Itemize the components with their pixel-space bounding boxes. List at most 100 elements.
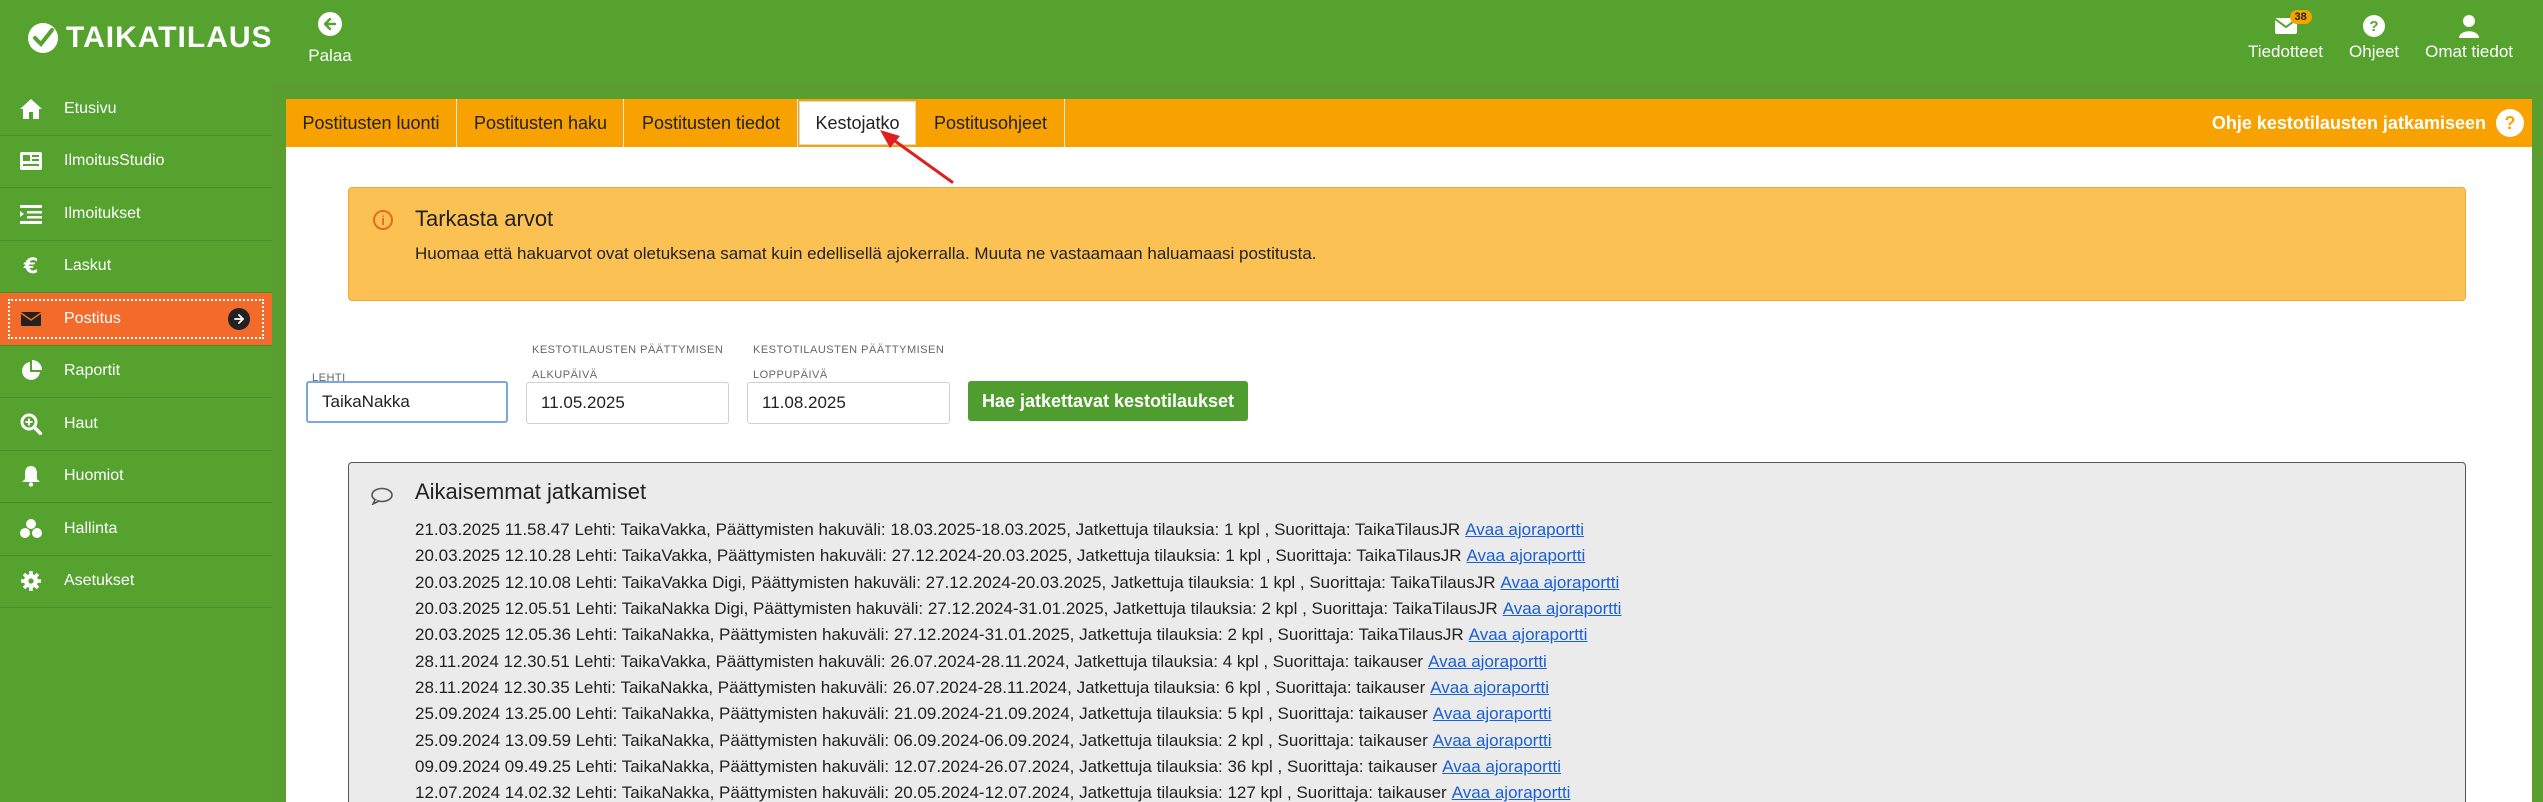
sidebar-item-asetukset[interactable]: Asetukset bbox=[0, 556, 272, 608]
comment-icon bbox=[371, 487, 393, 505]
history-row-text: 09.09.2024 09.49.25 Lehti: TaikaNakka, P… bbox=[415, 756, 1438, 776]
logo[interactable]: TAIKATILAUS bbox=[26, 20, 273, 56]
history-row: 09.09.2024 09.49.25 Lehti: TaikaNakka, P… bbox=[415, 754, 1621, 780]
open-report-link[interactable]: Avaa ajoraportti bbox=[1503, 599, 1622, 619]
open-report-link[interactable]: Avaa ajoraportti bbox=[1469, 625, 1588, 645]
sidebar: Etusivu IlmoitusStudio Ilmoitukset € Las… bbox=[0, 83, 272, 802]
start-date-label: ALKUPÄIVÄ bbox=[532, 369, 598, 381]
open-report-link[interactable]: Avaa ajoraportti bbox=[1433, 704, 1552, 724]
svg-text:?: ? bbox=[2369, 18, 2378, 35]
history-row: 20.03.2025 12.05.36 Lehti: TaikaNakka, P… bbox=[415, 622, 1621, 648]
sidebar-item-haut[interactable]: Haut bbox=[0, 398, 272, 451]
main-panel: Postitusten luonti Postitusten haku Post… bbox=[286, 99, 2532, 802]
history-row-text: 20.03.2025 12.10.08 Lehti: TaikaVakka Di… bbox=[415, 572, 1496, 592]
annotation-arrow-icon bbox=[880, 130, 954, 184]
bell-icon bbox=[18, 463, 44, 489]
back-label: Palaa bbox=[308, 46, 352, 65]
sidebar-item-huomiot[interactable]: Huomiot bbox=[0, 451, 272, 503]
profile-label: Omat tiedot bbox=[2425, 42, 2513, 61]
start-group-label: KESTOTILAUSTEN PÄÄTTYMISEN bbox=[532, 344, 724, 356]
home-icon bbox=[18, 96, 44, 122]
end-date-field[interactable]: 11.08.2025 bbox=[747, 382, 950, 424]
help-button[interactable]: ? Ohjeet bbox=[2349, 10, 2399, 62]
history-row-text: 20.03.2025 12.05.36 Lehti: TaikaNakka, P… bbox=[415, 625, 1464, 645]
sidebar-item-ilmoitusstudio[interactable]: IlmoitusStudio bbox=[0, 136, 272, 188]
arrow-left-icon bbox=[318, 12, 342, 36]
logo-mark-icon bbox=[28, 23, 58, 53]
sidebar-item-label: Raportit bbox=[64, 362, 121, 380]
history-row: 20.03.2025 12.10.28 Lehti: TaikaVakka, P… bbox=[415, 543, 1621, 569]
end-date-label: LOPPUPÄIVÄ bbox=[753, 369, 828, 381]
logo-text: TAIKATILAUS bbox=[66, 21, 273, 54]
list-icon bbox=[18, 201, 44, 227]
history-row: 25.09.2024 13.25.00 Lehti: TaikaNakka, P… bbox=[415, 701, 1621, 727]
svg-text:€: € bbox=[23, 255, 39, 277]
end-group-label: KESTOTILAUSTEN PÄÄTTYMISEN bbox=[753, 344, 945, 356]
back-button[interactable]: Palaa bbox=[304, 12, 356, 66]
history-row: 25.09.2024 13.09.59 Lehti: TaikaNakka, P… bbox=[415, 727, 1621, 753]
sidebar-item-label: Haut bbox=[64, 414, 98, 432]
history-row-text: 20.03.2025 12.10.28 Lehti: TaikaVakka, P… bbox=[415, 546, 1462, 566]
check-values-alert: i Tarkasta arvot Huomaa että hakuarvot o… bbox=[348, 187, 2466, 301]
sidebar-item-label: IlmoitusStudio bbox=[64, 152, 165, 170]
top-right-nav: 38 Tiedotteet ? Ohjeet Omat tiedot bbox=[2248, 10, 2513, 62]
history-row-text: 25.09.2024 13.25.00 Lehti: TaikaNakka, P… bbox=[415, 704, 1428, 724]
history-row-text: 28.11.2024 12.30.35 Lehti: TaikaNakka, P… bbox=[415, 677, 1426, 697]
history-row: 21.03.2025 11.58.47 Lehti: TaikaVakka, P… bbox=[415, 517, 1621, 543]
open-report-link[interactable]: Avaa ajoraportti bbox=[1466, 546, 1585, 566]
open-report-link[interactable]: Avaa ajoraportti bbox=[1452, 783, 1571, 802]
history-row: 28.11.2024 12.30.35 Lehti: TaikaNakka, P… bbox=[415, 675, 1621, 701]
tab-bar: Postitusten luonti Postitusten haku Post… bbox=[286, 99, 2532, 147]
sidebar-item-hallinta[interactable]: Hallinta bbox=[0, 503, 272, 556]
help-icon: ? bbox=[2363, 15, 2386, 37]
history-row-text: 20.03.2025 12.05.51 Lehti: TaikaNakka Di… bbox=[415, 599, 1498, 619]
history-list: 21.03.2025 11.58.47 Lehti: TaikaVakka, P… bbox=[415, 517, 1621, 802]
app-root: TAIKATILAUS Palaa 38 Tiedotteet ? Ohjeet bbox=[0, 0, 2543, 802]
renewal-help-link[interactable]: Ohje kestotilausten jatkamiseen ? bbox=[2212, 107, 2524, 139]
envelope-icon bbox=[18, 306, 44, 332]
sidebar-item-label: Postitus bbox=[64, 309, 121, 327]
sidebar-item-postitus[interactable]: Postitus bbox=[0, 293, 272, 346]
open-report-link[interactable]: Avaa ajoraportti bbox=[1428, 652, 1547, 672]
sidebar-item-ilmoitukset[interactable]: Ilmoitukset bbox=[0, 188, 272, 241]
open-report-link[interactable]: Avaa ajoraportti bbox=[1500, 573, 1619, 593]
sidebar-item-etusivu[interactable]: Etusivu bbox=[0, 83, 272, 136]
sidebar-item-label: Ilmoitukset bbox=[64, 204, 141, 222]
question-icon: ? bbox=[2496, 109, 2524, 137]
history-row-text: 12.07.2024 14.02.32 Lehti: TaikaNakka, P… bbox=[415, 783, 1447, 802]
top-bar: TAIKATILAUS Palaa 38 Tiedotteet ? Ohjeet bbox=[0, 0, 2543, 83]
gear-icon bbox=[18, 568, 44, 594]
open-report-link[interactable]: Avaa ajoraportti bbox=[1430, 678, 1549, 698]
start-date-field[interactable]: 11.05.2025 bbox=[526, 382, 729, 424]
newspaper-icon bbox=[18, 148, 44, 174]
sidebar-item-label: Laskut bbox=[64, 257, 112, 275]
open-report-link[interactable]: Avaa ajoraportti bbox=[1442, 757, 1561, 777]
arrow-right-icon bbox=[228, 307, 250, 330]
history-row: 28.11.2024 12.30.51 Lehti: TaikaVakka, P… bbox=[415, 648, 1621, 674]
search-plus-icon bbox=[18, 411, 44, 437]
history-row: 20.03.2025 12.10.08 Lehti: TaikaVakka Di… bbox=[415, 570, 1621, 596]
sidebar-item-raportit[interactable]: Raportit bbox=[0, 346, 272, 398]
open-report-link[interactable]: Avaa ajoraportti bbox=[1433, 731, 1552, 751]
sidebar-item-label: Etusivu bbox=[64, 99, 117, 117]
pie-chart-icon bbox=[18, 358, 44, 384]
history-row-text: 21.03.2025 11.58.47 Lehti: TaikaVakka, P… bbox=[415, 520, 1461, 540]
profile-button[interactable]: Omat tiedot bbox=[2425, 10, 2513, 62]
tab-postitusten-tiedot[interactable]: Postitusten tiedot bbox=[625, 99, 798, 147]
alert-body: Huomaa että hakuarvot ovat oletuksena sa… bbox=[415, 244, 1317, 263]
history-row: 20.03.2025 12.05.51 Lehti: TaikaNakka Di… bbox=[415, 596, 1621, 622]
sidebar-item-label: Huomiot bbox=[64, 467, 124, 485]
lehti-field[interactable]: TaikaNakka bbox=[306, 381, 508, 423]
open-report-link[interactable]: Avaa ajoraportti bbox=[1465, 520, 1584, 540]
search-renewable-button[interactable]: Hae jatkettavat kestotilaukset bbox=[968, 381, 1248, 421]
sidebar-item-label: Hallinta bbox=[64, 519, 118, 537]
previous-renewals-panel: Aikaisemmat jatkamiset 21.03.2025 11.58.… bbox=[348, 462, 2466, 802]
notices-button[interactable]: 38 Tiedotteet bbox=[2248, 10, 2323, 62]
sidebar-item-label: Asetukset bbox=[64, 572, 135, 590]
sidebar-item-laskut[interactable]: € Laskut bbox=[0, 241, 272, 293]
tab-postitusten-haku[interactable]: Postitusten haku bbox=[458, 99, 624, 147]
tab-postitusten-luonti[interactable]: Postitusten luonti bbox=[286, 99, 457, 147]
help-label: Ohjeet bbox=[2349, 42, 2400, 61]
info-icon: i bbox=[373, 210, 393, 230]
notices-label: Tiedotteet bbox=[2248, 42, 2324, 61]
